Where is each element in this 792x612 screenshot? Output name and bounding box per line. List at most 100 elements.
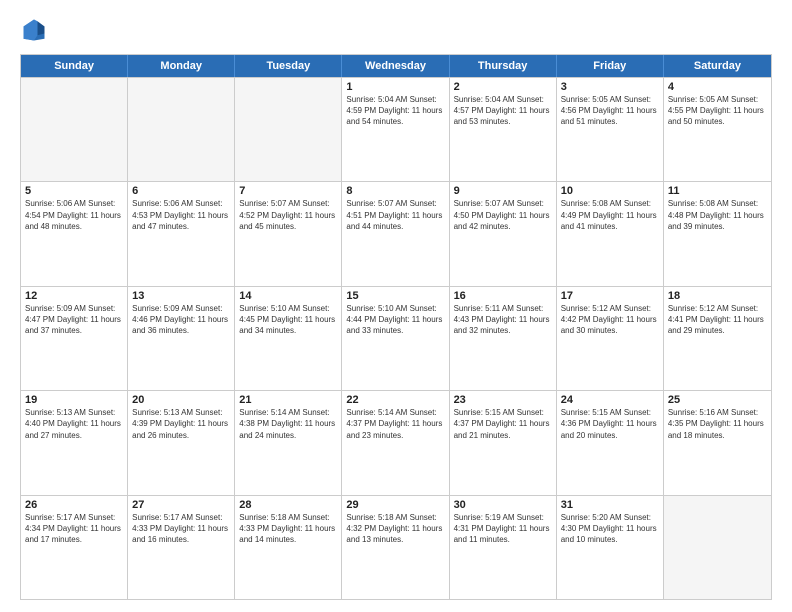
day-number: 30 xyxy=(454,499,552,511)
weekday-header-wednesday: Wednesday xyxy=(342,55,449,77)
weekday-header-friday: Friday xyxy=(557,55,664,77)
cell-info: Sunrise: 5:05 AM Sunset: 4:55 PM Dayligh… xyxy=(668,94,767,128)
cal-cell: 16Sunrise: 5:11 AM Sunset: 4:43 PM Dayli… xyxy=(450,287,557,390)
calendar-row-1: 1Sunrise: 5:04 AM Sunset: 4:59 PM Daylig… xyxy=(21,77,771,181)
cell-info: Sunrise: 5:15 AM Sunset: 4:36 PM Dayligh… xyxy=(561,407,659,441)
cal-cell: 9Sunrise: 5:07 AM Sunset: 4:50 PM Daylig… xyxy=(450,182,557,285)
logo xyxy=(20,16,52,44)
cell-info: Sunrise: 5:18 AM Sunset: 4:33 PM Dayligh… xyxy=(239,512,337,546)
cell-info: Sunrise: 5:13 AM Sunset: 4:39 PM Dayligh… xyxy=(132,407,230,441)
cell-info: Sunrise: 5:15 AM Sunset: 4:37 PM Dayligh… xyxy=(454,407,552,441)
cal-cell: 26Sunrise: 5:17 AM Sunset: 4:34 PM Dayli… xyxy=(21,496,128,599)
cal-cell xyxy=(21,78,128,181)
cell-info: Sunrise: 5:12 AM Sunset: 4:42 PM Dayligh… xyxy=(561,303,659,337)
cell-info: Sunrise: 5:13 AM Sunset: 4:40 PM Dayligh… xyxy=(25,407,123,441)
logo-icon xyxy=(20,16,48,44)
cal-cell: 19Sunrise: 5:13 AM Sunset: 4:40 PM Dayli… xyxy=(21,391,128,494)
cal-cell: 6Sunrise: 5:06 AM Sunset: 4:53 PM Daylig… xyxy=(128,182,235,285)
cell-info: Sunrise: 5:07 AM Sunset: 4:52 PM Dayligh… xyxy=(239,198,337,232)
day-number: 17 xyxy=(561,290,659,302)
cell-info: Sunrise: 5:09 AM Sunset: 4:46 PM Dayligh… xyxy=(132,303,230,337)
day-number: 13 xyxy=(132,290,230,302)
day-number: 2 xyxy=(454,81,552,93)
cal-cell: 20Sunrise: 5:13 AM Sunset: 4:39 PM Dayli… xyxy=(128,391,235,494)
calendar-body: 1Sunrise: 5:04 AM Sunset: 4:59 PM Daylig… xyxy=(21,77,771,599)
cell-info: Sunrise: 5:10 AM Sunset: 4:44 PM Dayligh… xyxy=(346,303,444,337)
calendar-row-2: 5Sunrise: 5:06 AM Sunset: 4:54 PM Daylig… xyxy=(21,181,771,285)
cal-cell: 7Sunrise: 5:07 AM Sunset: 4:52 PM Daylig… xyxy=(235,182,342,285)
day-number: 15 xyxy=(346,290,444,302)
cell-info: Sunrise: 5:17 AM Sunset: 4:33 PM Dayligh… xyxy=(132,512,230,546)
day-number: 28 xyxy=(239,499,337,511)
cell-info: Sunrise: 5:07 AM Sunset: 4:50 PM Dayligh… xyxy=(454,198,552,232)
cell-info: Sunrise: 5:08 AM Sunset: 4:49 PM Dayligh… xyxy=(561,198,659,232)
cal-cell: 4Sunrise: 5:05 AM Sunset: 4:55 PM Daylig… xyxy=(664,78,771,181)
page: SundayMondayTuesdayWednesdayThursdayFrid… xyxy=(0,0,792,612)
weekday-header-thursday: Thursday xyxy=(450,55,557,77)
day-number: 1 xyxy=(346,81,444,93)
day-number: 10 xyxy=(561,185,659,197)
cell-info: Sunrise: 5:04 AM Sunset: 4:59 PM Dayligh… xyxy=(346,94,444,128)
cell-info: Sunrise: 5:06 AM Sunset: 4:54 PM Dayligh… xyxy=(25,198,123,232)
day-number: 6 xyxy=(132,185,230,197)
day-number: 14 xyxy=(239,290,337,302)
weekday-header-tuesday: Tuesday xyxy=(235,55,342,77)
cal-cell: 14Sunrise: 5:10 AM Sunset: 4:45 PM Dayli… xyxy=(235,287,342,390)
cal-cell: 18Sunrise: 5:12 AM Sunset: 4:41 PM Dayli… xyxy=(664,287,771,390)
cal-cell: 12Sunrise: 5:09 AM Sunset: 4:47 PM Dayli… xyxy=(21,287,128,390)
cal-cell: 28Sunrise: 5:18 AM Sunset: 4:33 PM Dayli… xyxy=(235,496,342,599)
cal-cell: 23Sunrise: 5:15 AM Sunset: 4:37 PM Dayli… xyxy=(450,391,557,494)
calendar-row-4: 19Sunrise: 5:13 AM Sunset: 4:40 PM Dayli… xyxy=(21,390,771,494)
cal-cell: 22Sunrise: 5:14 AM Sunset: 4:37 PM Dayli… xyxy=(342,391,449,494)
cell-info: Sunrise: 5:18 AM Sunset: 4:32 PM Dayligh… xyxy=(346,512,444,546)
day-number: 11 xyxy=(668,185,767,197)
day-number: 9 xyxy=(454,185,552,197)
cell-info: Sunrise: 5:20 AM Sunset: 4:30 PM Dayligh… xyxy=(561,512,659,546)
calendar: SundayMondayTuesdayWednesdayThursdayFrid… xyxy=(20,54,772,600)
cell-info: Sunrise: 5:14 AM Sunset: 4:38 PM Dayligh… xyxy=(239,407,337,441)
cal-cell: 21Sunrise: 5:14 AM Sunset: 4:38 PM Dayli… xyxy=(235,391,342,494)
weekday-header-sunday: Sunday xyxy=(21,55,128,77)
day-number: 27 xyxy=(132,499,230,511)
cal-cell: 29Sunrise: 5:18 AM Sunset: 4:32 PM Dayli… xyxy=(342,496,449,599)
cal-cell: 5Sunrise: 5:06 AM Sunset: 4:54 PM Daylig… xyxy=(21,182,128,285)
header xyxy=(20,16,772,44)
cell-info: Sunrise: 5:16 AM Sunset: 4:35 PM Dayligh… xyxy=(668,407,767,441)
cal-cell xyxy=(128,78,235,181)
cal-cell xyxy=(235,78,342,181)
cal-cell: 27Sunrise: 5:17 AM Sunset: 4:33 PM Dayli… xyxy=(128,496,235,599)
day-number: 20 xyxy=(132,394,230,406)
weekday-header-saturday: Saturday xyxy=(664,55,771,77)
day-number: 31 xyxy=(561,499,659,511)
cell-info: Sunrise: 5:06 AM Sunset: 4:53 PM Dayligh… xyxy=(132,198,230,232)
cell-info: Sunrise: 5:17 AM Sunset: 4:34 PM Dayligh… xyxy=(25,512,123,546)
cal-cell: 13Sunrise: 5:09 AM Sunset: 4:46 PM Dayli… xyxy=(128,287,235,390)
calendar-header: SundayMondayTuesdayWednesdayThursdayFrid… xyxy=(21,55,771,77)
calendar-row-5: 26Sunrise: 5:17 AM Sunset: 4:34 PM Dayli… xyxy=(21,495,771,599)
day-number: 7 xyxy=(239,185,337,197)
cell-info: Sunrise: 5:08 AM Sunset: 4:48 PM Dayligh… xyxy=(668,198,767,232)
calendar-row-3: 12Sunrise: 5:09 AM Sunset: 4:47 PM Dayli… xyxy=(21,286,771,390)
cal-cell: 8Sunrise: 5:07 AM Sunset: 4:51 PM Daylig… xyxy=(342,182,449,285)
day-number: 3 xyxy=(561,81,659,93)
day-number: 21 xyxy=(239,394,337,406)
day-number: 8 xyxy=(346,185,444,197)
cell-info: Sunrise: 5:07 AM Sunset: 4:51 PM Dayligh… xyxy=(346,198,444,232)
day-number: 29 xyxy=(346,499,444,511)
day-number: 5 xyxy=(25,185,123,197)
day-number: 24 xyxy=(561,394,659,406)
cell-info: Sunrise: 5:14 AM Sunset: 4:37 PM Dayligh… xyxy=(346,407,444,441)
cal-cell: 2Sunrise: 5:04 AM Sunset: 4:57 PM Daylig… xyxy=(450,78,557,181)
weekday-header-monday: Monday xyxy=(128,55,235,77)
cal-cell: 17Sunrise: 5:12 AM Sunset: 4:42 PM Dayli… xyxy=(557,287,664,390)
cal-cell: 3Sunrise: 5:05 AM Sunset: 4:56 PM Daylig… xyxy=(557,78,664,181)
cell-info: Sunrise: 5:04 AM Sunset: 4:57 PM Dayligh… xyxy=(454,94,552,128)
cal-cell: 15Sunrise: 5:10 AM Sunset: 4:44 PM Dayli… xyxy=(342,287,449,390)
day-number: 22 xyxy=(346,394,444,406)
cell-info: Sunrise: 5:05 AM Sunset: 4:56 PM Dayligh… xyxy=(561,94,659,128)
day-number: 26 xyxy=(25,499,123,511)
day-number: 12 xyxy=(25,290,123,302)
cal-cell: 1Sunrise: 5:04 AM Sunset: 4:59 PM Daylig… xyxy=(342,78,449,181)
cell-info: Sunrise: 5:09 AM Sunset: 4:47 PM Dayligh… xyxy=(25,303,123,337)
cal-cell: 11Sunrise: 5:08 AM Sunset: 4:48 PM Dayli… xyxy=(664,182,771,285)
